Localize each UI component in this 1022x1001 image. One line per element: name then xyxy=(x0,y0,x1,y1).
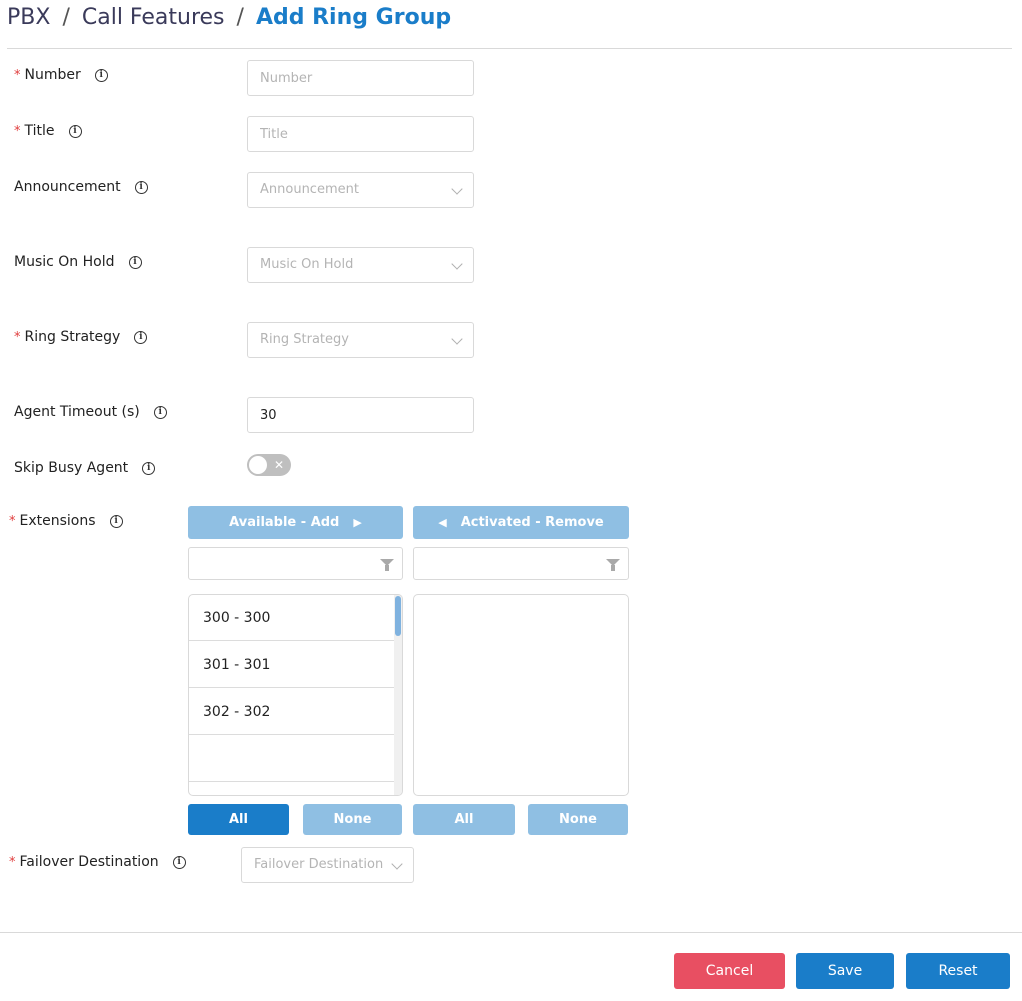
ring-strategy-label: * Ring Strategy i xyxy=(14,327,148,348)
music-on-hold-select[interactable]: Music On Hold xyxy=(247,247,474,283)
info-icon[interactable]: i xyxy=(172,855,186,869)
announcement-select[interactable]: Announcement xyxy=(247,172,474,208)
list-item[interactable] xyxy=(189,736,395,782)
activated-all-button[interactable]: All xyxy=(413,804,515,835)
info-icon[interactable]: i xyxy=(94,68,108,82)
info-icon[interactable]: i xyxy=(134,180,148,194)
available-all-button[interactable]: All xyxy=(188,804,289,835)
info-icon[interactable]: i xyxy=(128,255,142,269)
required-mark: * xyxy=(14,124,21,139)
extensions-label: * Extensions i xyxy=(9,511,123,532)
arrow-left-icon: ◀ xyxy=(438,516,447,529)
activated-filter-input[interactable] xyxy=(413,547,629,580)
required-mark: * xyxy=(14,330,21,345)
available-none-button[interactable]: None xyxy=(303,804,402,835)
chevron-down-icon xyxy=(451,258,463,270)
scrollbar-thumb[interactable] xyxy=(395,596,401,636)
number-label: * Number i xyxy=(14,65,108,86)
music-on-hold-label: Music On Hold i xyxy=(14,252,142,272)
activated-list[interactable] xyxy=(413,594,629,796)
breadcrumb-call-features[interactable]: Call Features xyxy=(82,5,225,30)
title-label: * Title i xyxy=(14,121,82,142)
chevron-down-icon xyxy=(451,183,463,195)
available-add-button[interactable]: Available - Add ▶ xyxy=(188,506,403,539)
footer-divider xyxy=(0,932,1022,933)
failover-destination-select[interactable]: Failover Destination xyxy=(241,847,414,883)
breadcrumb-separator: / xyxy=(62,5,70,30)
skip-busy-agent-label: Skip Busy Agent i xyxy=(14,458,156,478)
save-button[interactable]: Save xyxy=(796,953,894,989)
activated-remove-button[interactable]: ◀ Activated - Remove xyxy=(413,506,629,539)
info-icon[interactable]: i xyxy=(153,405,167,419)
page-title: Add Ring Group xyxy=(255,5,452,30)
info-icon[interactable]: i xyxy=(109,514,123,528)
number-input[interactable] xyxy=(247,60,474,96)
title-input[interactable] xyxy=(247,116,474,152)
chevron-down-icon xyxy=(391,858,403,870)
required-mark: * xyxy=(9,514,16,529)
chevron-down-icon xyxy=(451,333,463,345)
required-mark: * xyxy=(9,855,16,870)
info-icon[interactable]: i xyxy=(134,330,148,344)
ring-strategy-select[interactable]: Ring Strategy xyxy=(247,322,474,358)
close-icon: ✕ xyxy=(274,458,285,472)
breadcrumb: PBX / Call Features / Add Ring Group xyxy=(7,4,451,32)
available-filter-input[interactable] xyxy=(188,547,403,580)
filter-icon xyxy=(606,559,620,571)
list-item[interactable]: 300 - 300 xyxy=(189,595,395,641)
list-item[interactable]: 301 - 301 xyxy=(189,642,395,688)
cancel-button[interactable]: Cancel xyxy=(674,953,785,989)
breadcrumb-pbx[interactable]: PBX xyxy=(7,5,50,30)
arrow-right-icon: ▶ xyxy=(353,516,362,529)
toggle-knob xyxy=(249,456,267,474)
list-item[interactable]: 302 - 302 xyxy=(189,689,395,735)
failover-destination-label: * Failover Destination i xyxy=(9,852,186,873)
available-list[interactable]: 300 - 300 301 - 301 302 - 302 xyxy=(188,594,403,796)
info-icon[interactable]: i xyxy=(68,124,82,138)
scrollbar[interactable] xyxy=(394,595,402,795)
breadcrumb-separator: / xyxy=(236,5,244,30)
agent-timeout-input[interactable] xyxy=(247,397,474,433)
header-divider xyxy=(7,48,1012,49)
announcement-label: Announcement i xyxy=(14,177,148,197)
info-icon[interactable]: i xyxy=(142,461,156,475)
skip-busy-agent-toggle[interactable]: ✕ xyxy=(247,454,291,476)
reset-button[interactable]: Reset xyxy=(906,953,1010,989)
filter-icon xyxy=(380,559,394,571)
required-mark: * xyxy=(14,68,21,83)
activated-none-button[interactable]: None xyxy=(528,804,628,835)
agent-timeout-label: Agent Timeout (s) i xyxy=(14,402,167,422)
